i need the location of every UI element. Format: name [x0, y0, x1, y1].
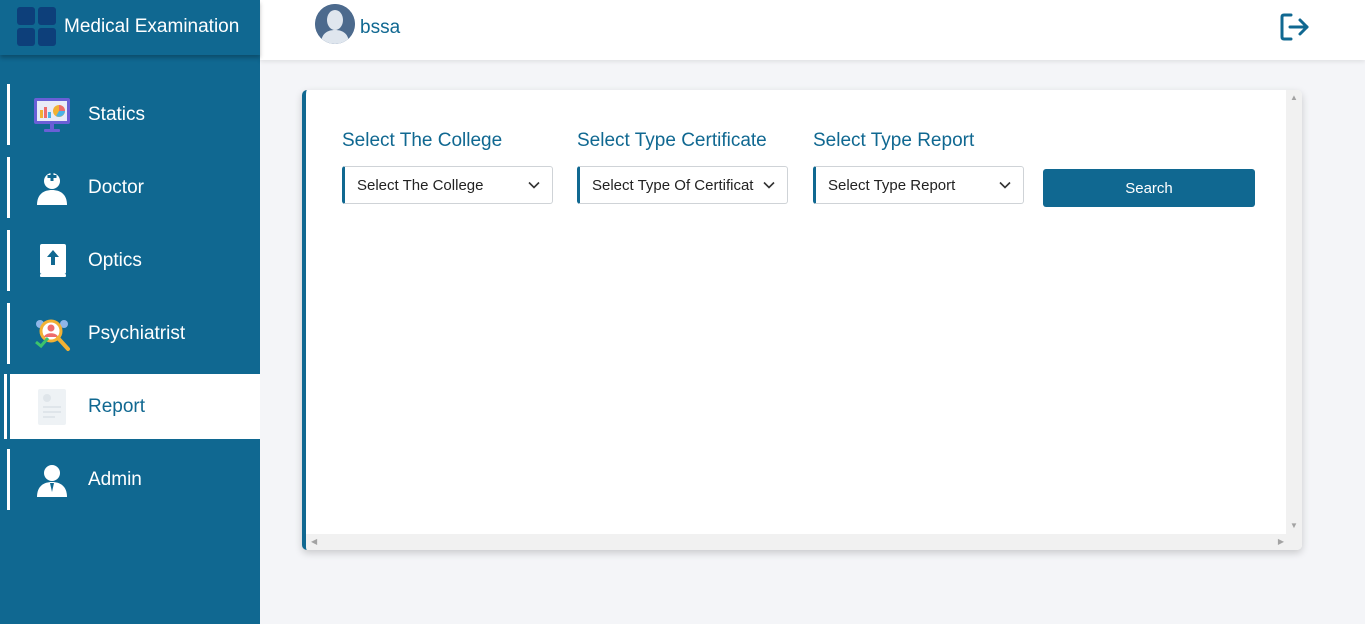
app-logo-icon	[17, 7, 57, 47]
report-filter-card: Select The College Select The College Se…	[302, 90, 1302, 550]
sidebar-item-label: Psychiatrist	[88, 323, 186, 344]
psychiatrist-icon	[32, 315, 72, 353]
chevron-down-icon	[999, 181, 1011, 189]
sidebar-item-label: Report	[88, 396, 146, 417]
certificate-label: Select Type Certificate	[577, 130, 767, 151]
chevron-down-icon	[528, 181, 540, 189]
scroll-down-arrow-icon[interactable]: ▼	[1290, 522, 1298, 530]
certificate-select[interactable]: Select Type Of Certificat	[577, 166, 788, 204]
report-type-label: Select Type Report	[813, 130, 975, 151]
college-select-value: Select The College	[357, 177, 484, 194]
top-bar: bssa	[260, 0, 1365, 60]
sidebar-item-label: Doctor	[88, 177, 144, 198]
college-field: Select The College Select The College	[342, 130, 553, 204]
search-button[interactable]: Search	[1043, 169, 1255, 207]
sidebar: Medical Examination Statics Doctor Optic…	[0, 0, 260, 624]
doctor-icon	[32, 169, 72, 207]
certificate-select-value: Select Type Of Certificat	[592, 177, 754, 194]
scroll-up-arrow-icon[interactable]: ▲	[1290, 94, 1298, 102]
college-label: Select The College	[342, 130, 503, 151]
report-document-icon	[32, 388, 72, 426]
sidebar-item-psychiatrist[interactable]: Psychiatrist	[0, 303, 260, 364]
presentation-chart-icon	[32, 96, 72, 134]
sidebar-item-statics[interactable]: Statics	[0, 84, 260, 145]
certificate-field: Select Type Certificate Select Type Of C…	[577, 130, 788, 204]
avatar[interactable]	[315, 4, 355, 44]
brand-header: Medical Examination	[0, 0, 260, 55]
college-select[interactable]: Select The College	[342, 166, 553, 204]
sidebar-item-report[interactable]: Report	[4, 374, 260, 439]
app-title: Medical Examination	[64, 16, 240, 37]
horizontal-scrollbar[interactable]: ◀ ▶	[306, 534, 1302, 550]
sidebar-item-label: Optics	[88, 250, 142, 271]
report-type-field: Select Type Report Select Type Report	[813, 130, 1024, 204]
sidebar-item-admin[interactable]: Admin	[0, 449, 260, 510]
sidebar-item-doctor[interactable]: Doctor	[0, 157, 260, 218]
admin-user-icon	[32, 461, 72, 499]
logout-icon[interactable]	[1278, 10, 1312, 44]
report-type-select[interactable]: Select Type Report	[813, 166, 1024, 204]
scroll-left-arrow-icon[interactable]: ◀	[311, 538, 317, 546]
sidebar-nav: Statics Doctor Optics Psychiatrist Repor…	[0, 84, 260, 522]
sidebar-item-label: Statics	[88, 104, 146, 125]
scroll-right-arrow-icon[interactable]: ▶	[1278, 538, 1284, 546]
sidebar-item-optics[interactable]: Optics	[0, 230, 260, 291]
username: bssa	[360, 17, 401, 38]
vertical-scrollbar[interactable]: ▲ ▼	[1286, 90, 1302, 534]
chevron-down-icon	[763, 181, 775, 189]
upload-book-icon	[32, 242, 72, 280]
sidebar-item-label: Admin	[88, 469, 142, 490]
report-type-select-value: Select Type Report	[828, 177, 956, 194]
